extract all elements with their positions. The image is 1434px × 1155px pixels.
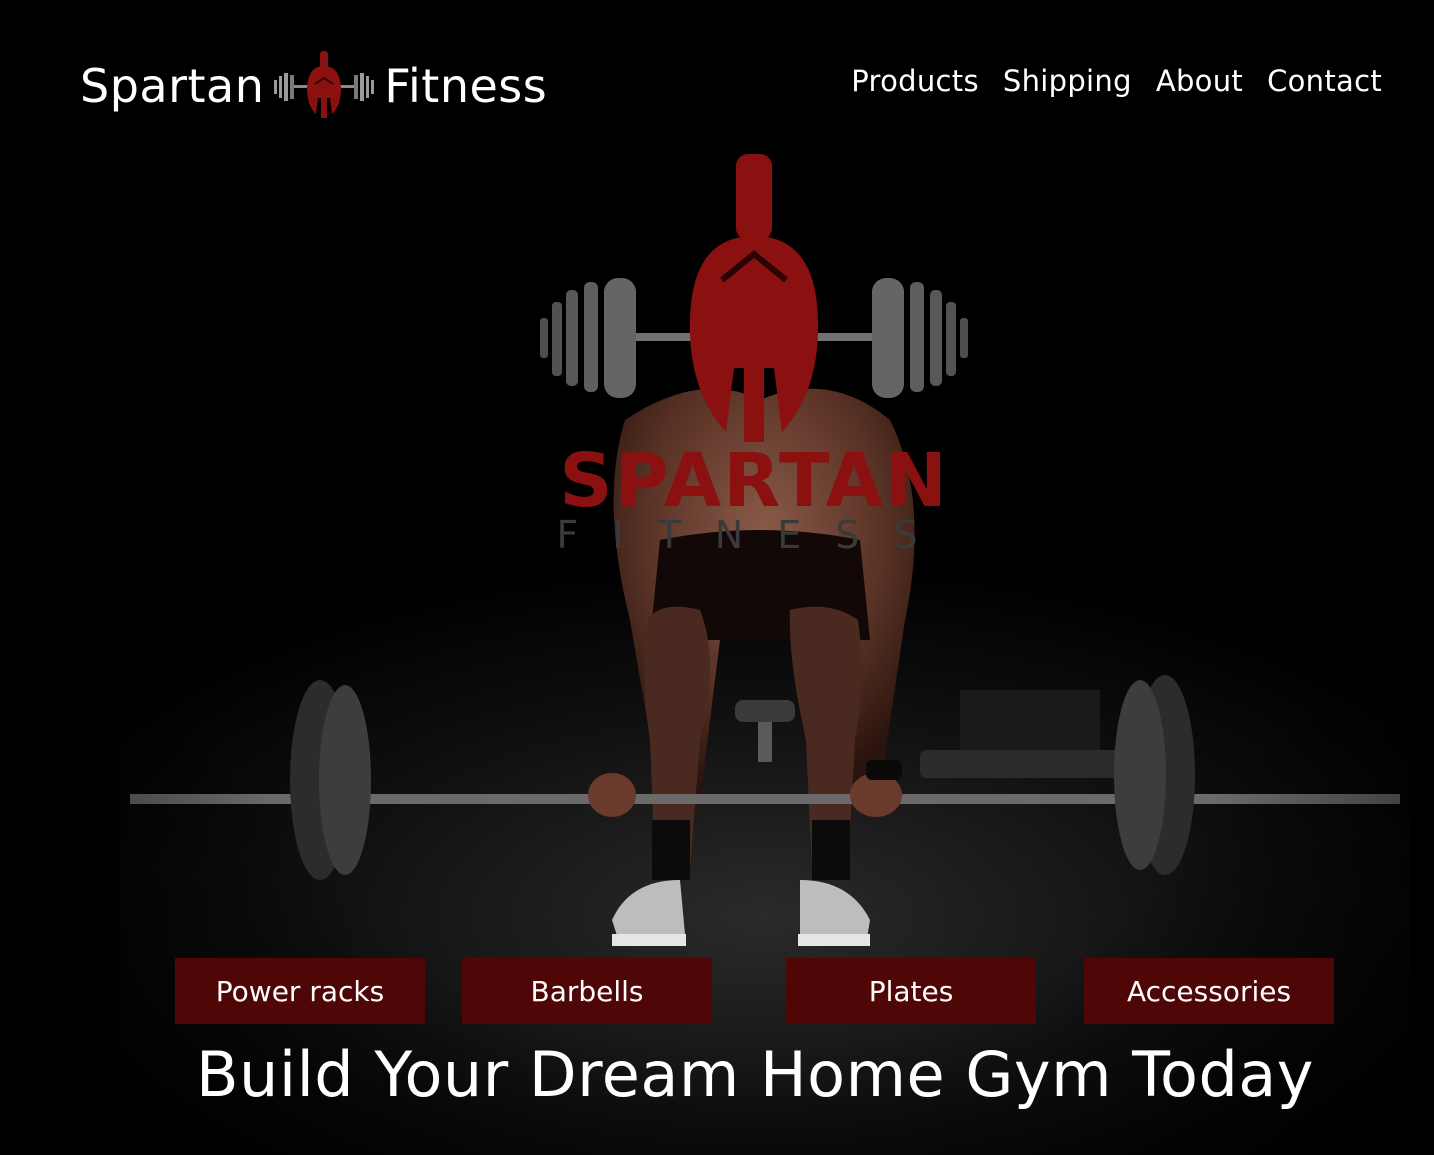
nav-link-shipping[interactable]: Shipping <box>1003 64 1132 98</box>
category-button-power-racks[interactable]: Power racks <box>175 958 425 1024</box>
category-button-plates[interactable]: Plates <box>786 958 1036 1024</box>
hero-tagline: Build Your Dream Home Gym Today <box>196 1038 1314 1111</box>
nav-link-about[interactable]: About <box>1156 64 1243 98</box>
logo-subtitle-text: FITNESS <box>557 513 952 554</box>
brand-logo-link[interactable]: Spartan Fitness <box>80 36 547 136</box>
brand-word-left: Spartan <box>80 59 265 113</box>
nav-link-products[interactable]: Products <box>851 64 979 98</box>
category-button-accessories[interactable]: Accessories <box>1084 958 1334 1024</box>
nav-link-contact[interactable]: Contact <box>1267 64 1382 98</box>
spartan-helmet-barbell-icon <box>274 51 375 118</box>
logo-title-text: SPARTAN <box>559 438 949 524</box>
site-header: Spartan Fitness Products Shipping About … <box>0 0 1434 170</box>
brand-word-right: Fitness <box>384 59 548 113</box>
category-button-barbells[interactable]: Barbells <box>462 958 712 1024</box>
main-nav: Products Shipping About Contact <box>851 64 1382 98</box>
spartan-fitness-logo: SPARTAN FITNESS <box>540 154 968 554</box>
page: Spartan Fitness Products Shipping About … <box>0 0 1434 1155</box>
